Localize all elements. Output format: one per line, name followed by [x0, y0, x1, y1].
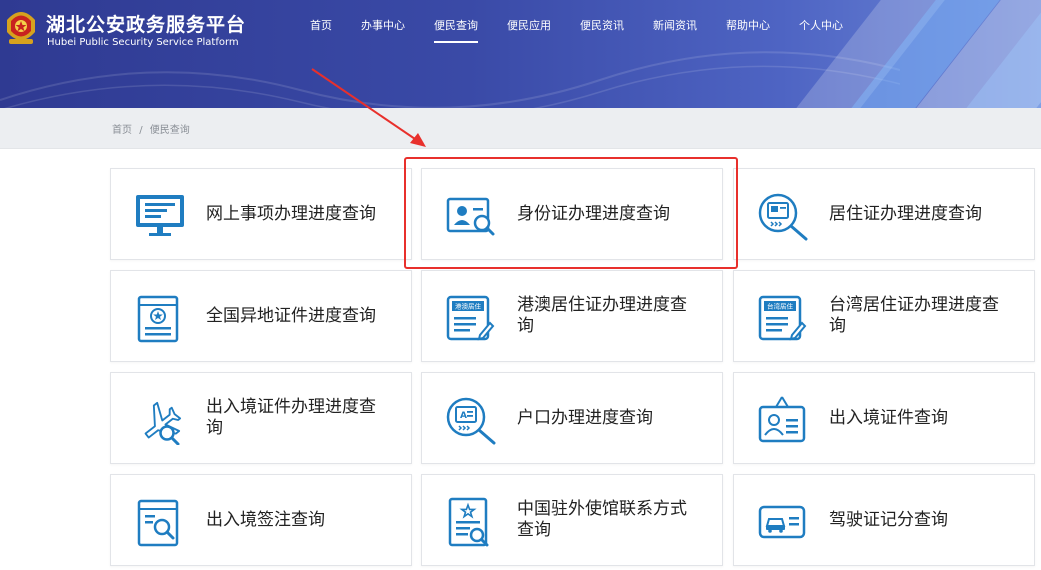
arrow-annotation — [311, 68, 426, 147]
